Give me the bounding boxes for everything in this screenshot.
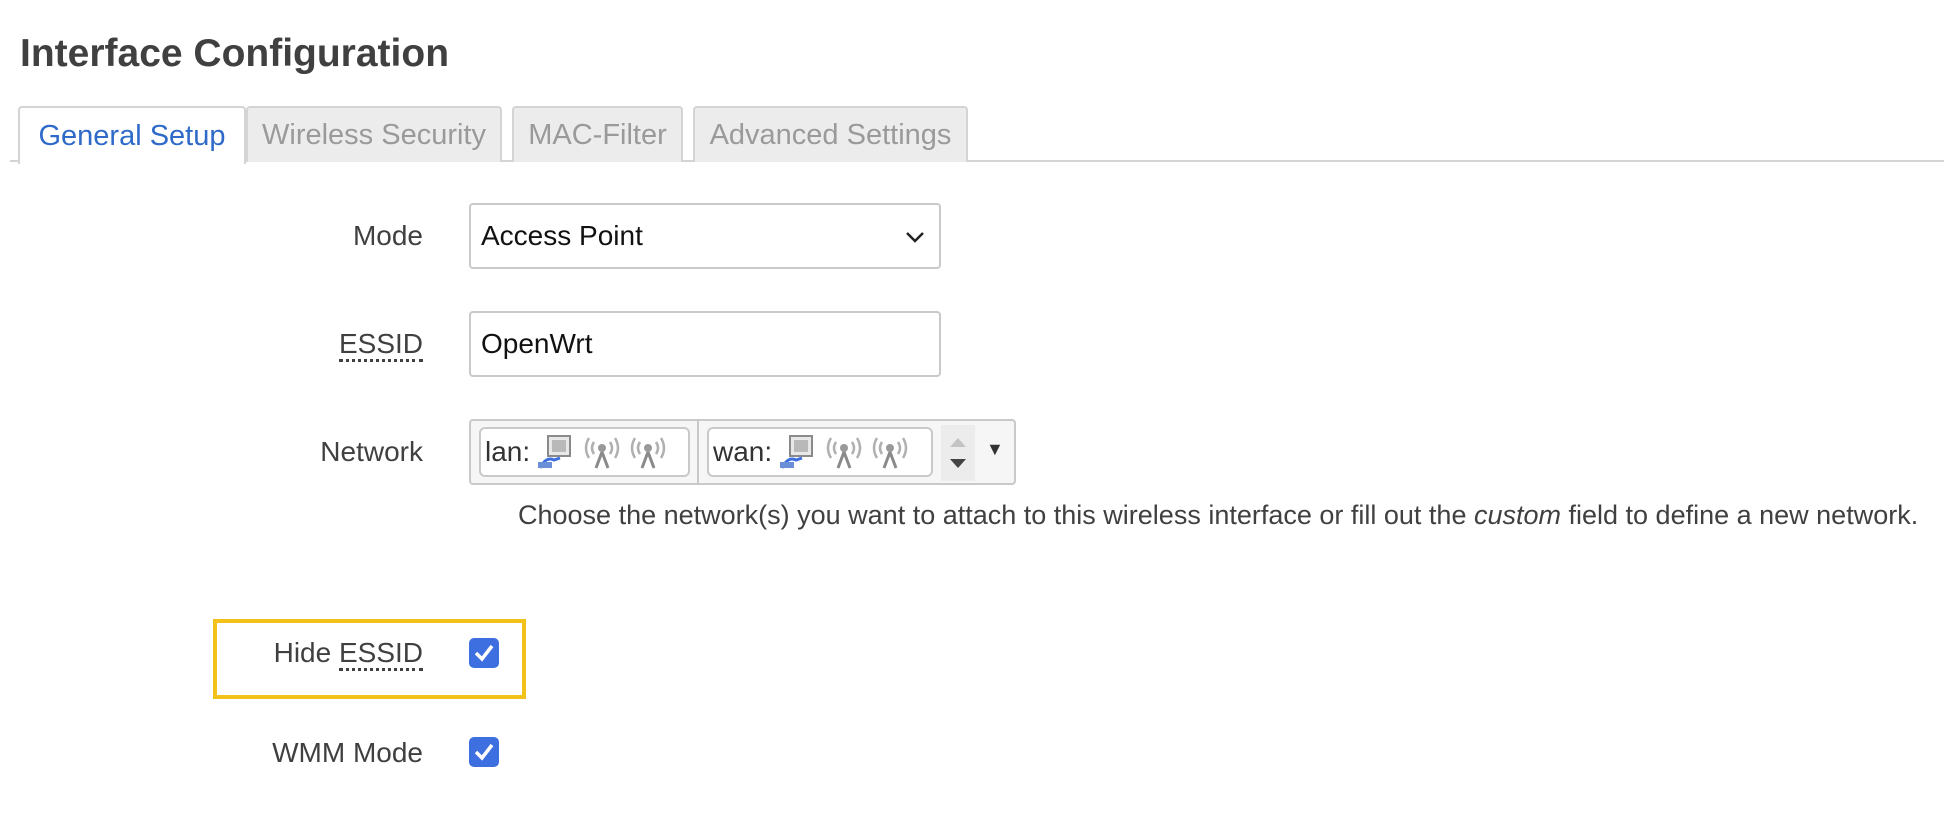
network-chip-wan-label: wan: [713,436,773,467]
ethernet-port-icon [780,435,814,469]
mode-label: Mode [352,220,423,251]
network-chip-wan[interactable]: wan: [707,427,933,477]
wifi-disabled-icon [630,437,666,469]
network-chip-separator [697,421,699,483]
help-text-after: field to define a new network. [1561,500,1919,530]
wifi-disabled-icon [826,437,862,469]
page-title: Interface Configuration [20,32,450,75]
help-text-before: Choose the network(s) you want to attach… [518,500,1474,530]
tab-advanced-settings[interactable]: Advanced Settings [693,106,968,162]
tab-bar: General Setup Wireless Security MAC-Filt… [10,106,1944,164]
hide-essid-label-abbr: ESSID [338,637,423,671]
network-spinner[interactable] [941,425,975,481]
network-label: Network [320,436,423,467]
mode-value: Access Point [481,220,643,251]
tab-wireless-security[interactable]: Wireless Security [246,106,502,162]
tab-mac-filter[interactable]: MAC-Filter [512,106,683,162]
spinner-arrows-icon [950,438,966,468]
dropdown-caret-icon[interactable]: ▼ [986,439,1004,460]
hide-essid-label-prefix: Hide [273,637,339,668]
network-multiselect[interactable]: lan: wan: ▼ [469,419,1016,485]
checkmark-icon [474,743,494,761]
essid-label-text: ESSID [338,328,423,362]
essid-input[interactable] [469,311,941,377]
mode-select[interactable]: Access Point [469,203,941,269]
ethernet-port-icon [538,435,572,469]
wmm-mode-checkbox[interactable] [469,737,499,767]
wmm-mode-label: WMM Mode [272,737,423,768]
checkmark-icon [474,644,494,662]
network-chip-lan[interactable]: lan: [479,427,690,477]
tab-general-setup[interactable]: General Setup [18,106,246,164]
help-text-custom: custom [1473,500,1561,530]
wifi-disabled-icon [872,437,908,469]
chevron-down-icon [906,232,924,243]
hide-essid-checkbox[interactable] [469,638,499,668]
essid-label: ESSID [338,328,423,362]
hide-essid-label: Hide ESSID [273,637,423,671]
network-chip-lan-label: lan: [485,436,531,467]
network-help-text: Choose the network(s) you want to attach… [518,494,1938,537]
wifi-disabled-icon [584,437,620,469]
